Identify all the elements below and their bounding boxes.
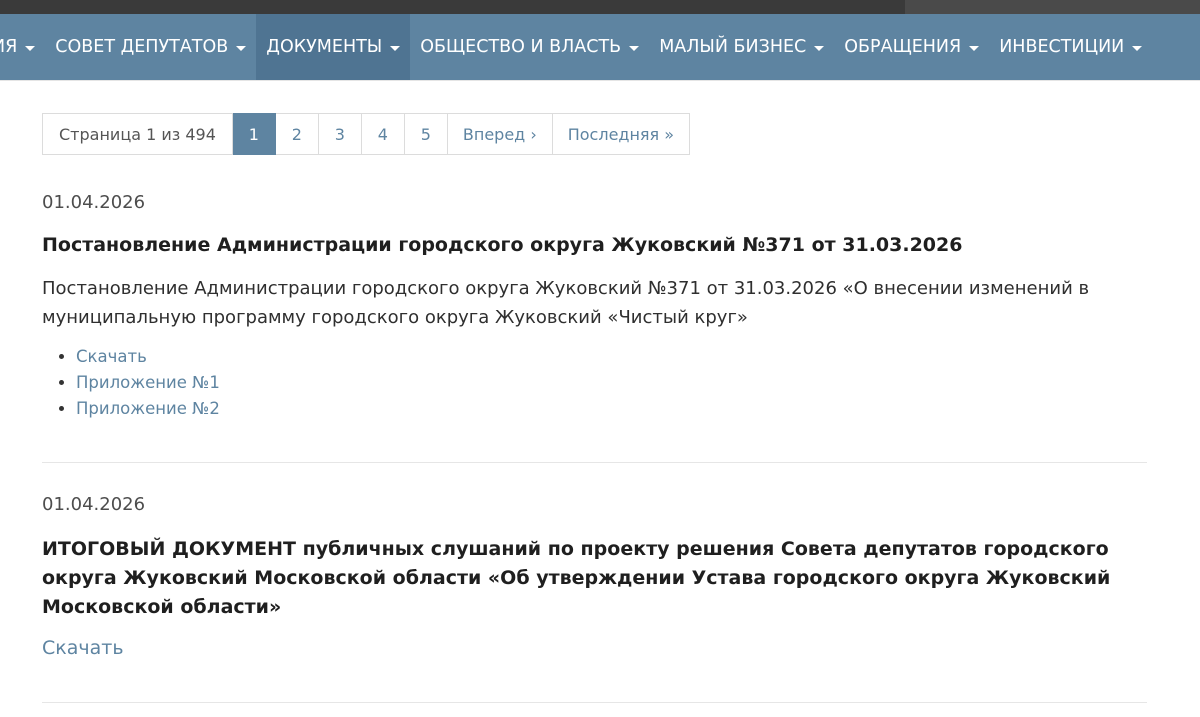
last-page-link[interactable]: Последняя » <box>552 113 691 155</box>
page-link-4[interactable]: 4 <box>361 113 405 155</box>
main-navigation: ИЯ СОВЕТ ДЕПУТАТОВ ДОКУМЕНТЫ ОБЩЕСТВО И … <box>0 14 1200 81</box>
list-item: Скачать <box>76 344 220 370</box>
nav-item-label: ДОКУМЕНТЫ <box>266 37 383 57</box>
nav-item-small-business[interactable]: МАЛЫЙ БИЗНЕС <box>649 14 834 80</box>
pagination: Страница 1 из 494 1 2 3 4 5 Вперед › Пос… <box>42 113 691 155</box>
chevron-down-icon <box>25 45 36 51</box>
document-title: Постановление Администрации городского о… <box>42 234 963 256</box>
list-item: Приложение №2 <box>76 396 220 422</box>
attachment-2-link[interactable]: Приложение №2 <box>76 399 220 418</box>
document-description: Постановление Администрации городского о… <box>42 278 1090 328</box>
document-title: ИТОГОВЫЙ ДОКУМЕНТ публичных слушаний по … <box>42 538 1111 618</box>
document-attachments: Скачать Приложение №1 Приложение №2 <box>58 344 220 422</box>
nav-item-label: ОБЩЕСТВО И ВЛАСТЬ <box>420 37 622 57</box>
nav-item-label: ИНВЕСТИЦИИ <box>999 37 1125 57</box>
nav-item-council[interactable]: СОВЕТ ДЕПУТАТОВ <box>45 14 256 80</box>
chevron-down-icon <box>814 45 825 51</box>
download-link[interactable]: Скачать <box>42 637 124 659</box>
chevron-down-icon <box>1132 45 1143 51</box>
attachment-1-link[interactable]: Приложение №1 <box>76 373 220 392</box>
nav-item-society[interactable]: ОБЩЕСТВО И ВЛАСТЬ <box>410 14 649 80</box>
nav-item-label: ОБРАЩЕНИЯ <box>844 37 962 57</box>
page-link-1[interactable]: 1 <box>232 113 276 155</box>
chevron-down-icon <box>236 45 247 51</box>
nav-item-appeals[interactable]: ОБРАЩЕНИЯ <box>834 14 989 80</box>
nav-item-documents[interactable]: ДОКУМЕНТЫ <box>256 14 411 80</box>
document-date: 01.04.2026 <box>42 192 146 213</box>
nav-item-label: СОВЕТ ДЕПУТАТОВ <box>55 37 229 57</box>
pagination-info: Страница 1 из 494 <box>42 113 233 155</box>
chevron-down-icon <box>390 45 401 51</box>
document-date: 01.04.2026 <box>42 494 146 515</box>
page-link-3[interactable]: 3 <box>318 113 362 155</box>
download-link[interactable]: Скачать <box>76 347 147 366</box>
browser-top-bar <box>0 0 1200 14</box>
nav-item-label: ИЯ <box>0 37 18 57</box>
next-page-link[interactable]: Вперед › <box>447 113 553 155</box>
page-link-2[interactable]: 2 <box>275 113 319 155</box>
page-link-5[interactable]: 5 <box>404 113 448 155</box>
nav-item-administration[interactable]: ИЯ <box>0 14 45 80</box>
top-bar-accent <box>905 0 1200 14</box>
divider <box>42 462 1147 463</box>
chevron-down-icon <box>629 45 640 51</box>
divider <box>42 702 1147 703</box>
list-item: Приложение №1 <box>76 370 220 396</box>
nav-item-label: МАЛЫЙ БИЗНЕС <box>659 37 807 57</box>
chevron-down-icon <box>969 45 980 51</box>
nav-item-investments[interactable]: ИНВЕСТИЦИИ <box>989 14 1152 80</box>
